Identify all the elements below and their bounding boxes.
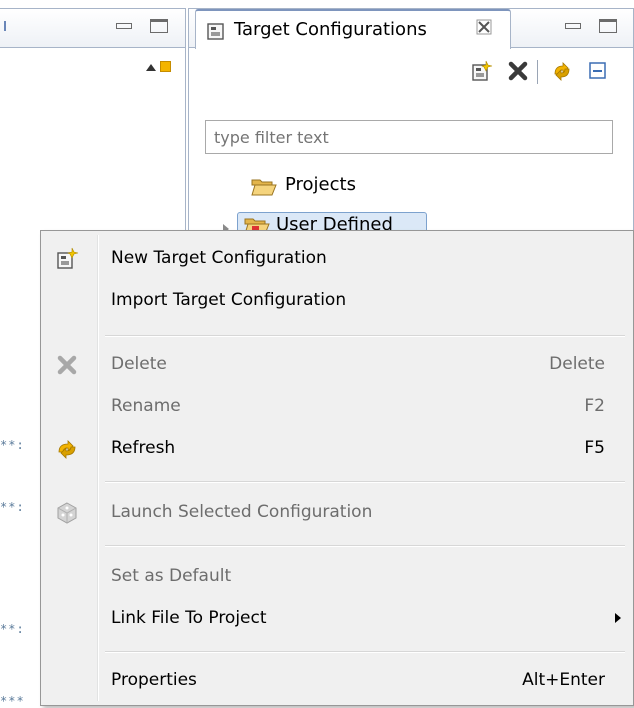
tab-target-configurations[interactable]: Target Configurations (195, 9, 511, 49)
context-menu: New Target Configuration Import Target C… (40, 230, 634, 706)
menu-separator (105, 545, 625, 547)
launch-icon (55, 501, 79, 525)
delete-icon (55, 353, 79, 377)
editor-text-fragment: **: (0, 438, 25, 452)
menu-item-set-as-default[interactable]: Set as Default (43, 557, 631, 597)
menu-item-label: Import Target Configuration (111, 290, 347, 310)
close-icon[interactable] (476, 19, 492, 40)
editor-tab-bar (0, 8, 186, 48)
view-minimize-button[interactable] (565, 23, 581, 29)
menu-item-refresh[interactable]: Refresh F5 (43, 429, 631, 469)
menu-item-label: Delete (111, 354, 167, 374)
scroll-up-arrow-icon[interactable] (146, 64, 156, 71)
menu-item-link-file-to-project[interactable]: Link File To Project (43, 599, 631, 639)
menu-item-new-target-configuration[interactable]: New Target Configuration (43, 239, 631, 279)
maximize-button[interactable] (150, 19, 168, 33)
menu-separator (105, 335, 625, 337)
menu-separator (105, 481, 625, 483)
menu-item-label: Properties (111, 670, 197, 690)
menu-item-label: Refresh (111, 438, 176, 458)
menu-item-shortcut: F2 (584, 396, 605, 416)
menu-item-delete[interactable]: Delete Delete (43, 345, 631, 385)
menu-item-label: Set as Default (111, 566, 232, 586)
delete-icon[interactable] (507, 60, 529, 82)
folder-open-icon (251, 177, 277, 202)
overview-marker-icon[interactable] (160, 61, 171, 72)
menu-item-properties[interactable]: Properties Alt+Enter (43, 661, 631, 701)
editor-text-fragment: **: (0, 500, 25, 514)
collapse-all-icon[interactable] (587, 60, 609, 82)
view-title: Target Configurations (234, 19, 427, 40)
view-maximize-button[interactable] (599, 19, 617, 33)
menu-separator (105, 651, 625, 653)
submenu-arrow-icon (615, 613, 621, 623)
menu-item-import-target-configuration[interactable]: Import Target Configuration (43, 281, 631, 321)
editor-tab-edge (4, 21, 6, 31)
menu-item-shortcut: F5 (584, 438, 605, 458)
menu-item-rename[interactable]: Rename F2 (43, 387, 631, 427)
minimize-button[interactable] (116, 23, 132, 29)
menu-item-launch-selected-configuration[interactable]: Launch Selected Configuration (43, 493, 631, 533)
menu-item-label: Link File To Project (111, 608, 267, 628)
toolbar-separator (537, 60, 538, 84)
menu-item-label: Launch Selected Configuration (111, 502, 373, 522)
view-toolbar (188, 48, 634, 96)
tree-item-label: Projects (285, 174, 356, 195)
new-target-config-icon (55, 247, 79, 271)
view-tab-bar: Target Configurations (188, 8, 634, 49)
refresh-icon (55, 437, 79, 461)
filter-input[interactable] (205, 120, 613, 154)
menu-item-shortcut: Delete (549, 354, 605, 374)
menu-item-label: Rename (111, 396, 181, 416)
target-config-icon (206, 21, 226, 46)
new-target-config-icon[interactable] (471, 60, 493, 82)
menu-item-label: New Target Configuration (111, 248, 327, 268)
editor-scroll-area[interactable] (146, 58, 176, 80)
editor-text-fragment: **: (0, 622, 25, 636)
refresh-icon[interactable] (551, 60, 573, 82)
menu-item-shortcut: Alt+Enter (522, 670, 605, 690)
